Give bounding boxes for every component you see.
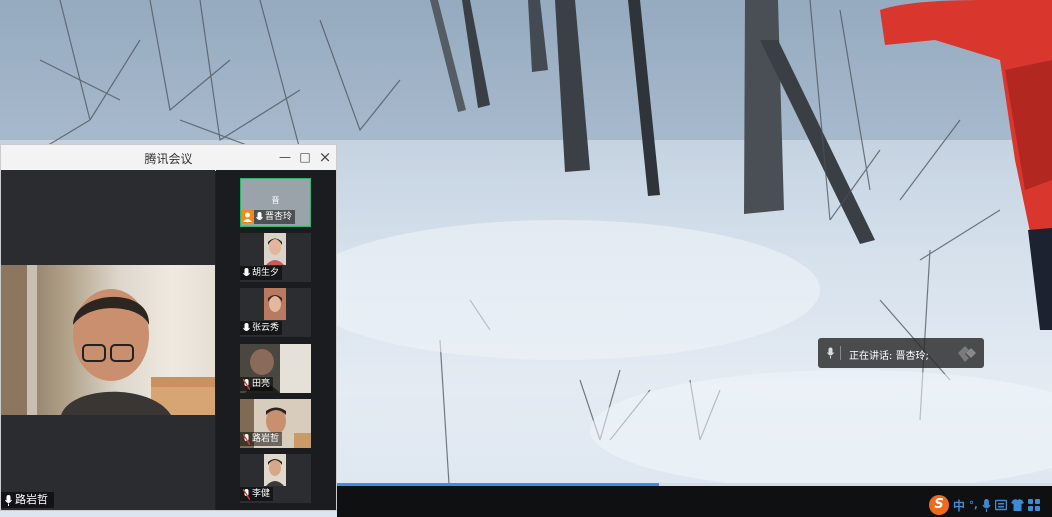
participant-tile[interactable]: 李健 (240, 454, 311, 503)
participant-label: 胡生夕 (240, 266, 283, 280)
ime-mode-toggle[interactable]: 中 (953, 497, 965, 514)
speaker-name: 路岩哲 (15, 493, 48, 506)
mic-muted-icon (243, 488, 250, 500)
participant-tile[interactable]: 路岩哲 (240, 399, 311, 448)
maximize-button[interactable]: □ (295, 147, 315, 167)
participant-name: 路岩哲 (252, 434, 280, 444)
window-titlebar[interactable]: 腾讯会议 — □ × (1, 145, 336, 171)
ime-toolbox-icon[interactable] (1027, 499, 1040, 511)
close-button[interactable]: × (315, 147, 335, 167)
host-icon (241, 210, 254, 224)
ime-skin-icon[interactable] (1010, 499, 1024, 511)
separator (840, 346, 841, 360)
mic-icon (827, 347, 834, 359)
meeting-window: 腾讯会议 — □ × 路岩哲 晋 晋杏玲 胡生夕 张云秀 田亮 路岩哲 李健 (0, 144, 337, 511)
participant-video (264, 454, 286, 486)
participant-name: 田亮 (252, 379, 271, 389)
participant-video (264, 233, 286, 265)
main-video-view[interactable]: 路岩哲 (1, 170, 215, 510)
mic-icon (243, 267, 250, 276)
participant-label: 晋杏玲 (241, 210, 296, 224)
speaker-camera-feed (1, 265, 215, 415)
speaker-name-tag: 路岩哲 (1, 492, 54, 508)
speaking-label: 正在讲话: 晋杏玲; (849, 351, 929, 362)
mic-icon (5, 494, 12, 506)
participant-list[interactable]: 晋 晋杏玲 胡生夕 张云秀 田亮 路岩哲 李健 (216, 170, 336, 510)
participant-tile[interactable]: 张云秀 (240, 288, 311, 337)
participant-tile[interactable]: 晋 晋杏玲 (240, 178, 311, 227)
meeting-logo-icon (958, 346, 976, 362)
participant-initial: 晋 (271, 196, 280, 205)
sogou-logo-icon[interactable]: S (929, 495, 949, 515)
mic-icon (243, 322, 250, 331)
ime-toolbar[interactable]: S 中 °, (929, 494, 1040, 516)
speaking-indicator: 正在讲话: 晋杏玲; (818, 338, 984, 368)
participant-label: 张云秀 (240, 321, 283, 335)
participant-name: 晋杏玲 (265, 212, 293, 222)
ime-voice-icon[interactable] (982, 498, 991, 512)
participant-label: 李健 (240, 487, 274, 501)
participant-name: 张云秀 (252, 323, 280, 333)
participant-tile[interactable]: 田亮 (240, 344, 311, 393)
mic-icon (256, 211, 263, 220)
mic-muted-icon (243, 433, 250, 445)
participant-video (264, 288, 286, 320)
mic-muted-icon (243, 378, 250, 390)
ime-punctuation-toggle[interactable]: °, (969, 500, 978, 511)
participant-label: 路岩哲 (240, 432, 283, 446)
participant-label: 田亮 (240, 377, 274, 391)
participant-name: 李健 (252, 489, 271, 499)
minimize-button[interactable]: — (275, 147, 295, 167)
ime-keyboard-icon[interactable] (994, 499, 1007, 511)
participant-tile[interactable]: 胡生夕 (240, 233, 311, 282)
participant-name: 胡生夕 (252, 268, 280, 278)
speaker-portrait (1, 265, 215, 415)
